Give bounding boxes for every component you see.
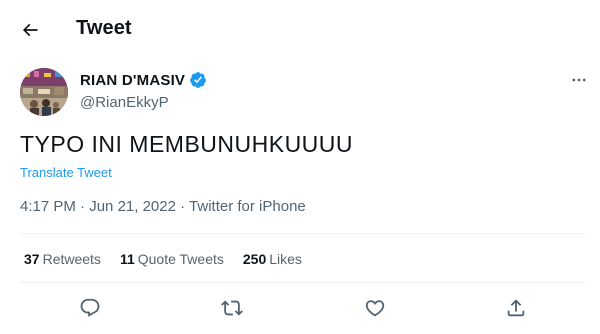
tweet-actions — [0, 290, 600, 330]
likes-label: Likes — [269, 251, 302, 267]
meta-separator: · — [175, 198, 190, 215]
author-display-name[interactable]: RIAN D'MASIV — [80, 72, 185, 89]
more-horizontal-icon — [572, 78, 586, 82]
divider — [20, 233, 586, 234]
tweet-source[interactable]: Twitter for iPhone — [189, 198, 306, 215]
quote-tweets-stat[interactable]: 11 Quote Tweets — [120, 251, 224, 267]
verified-badge-icon — [190, 72, 207, 88]
translate-tweet-link[interactable]: Translate Tweet — [20, 165, 112, 180]
like-icon — [365, 300, 385, 317]
meta-separator: · — [75, 198, 90, 215]
retweet-icon — [221, 300, 243, 316]
avatar[interactable] — [20, 68, 68, 116]
back-button[interactable] — [14, 14, 46, 46]
tweet-text: TYPO INI MEMBUNUHKUUUU — [20, 131, 354, 157]
likes-stat[interactable]: 250 Likes — [243, 251, 302, 267]
retweets-label: Retweets — [42, 251, 101, 267]
page-title: Tweet — [76, 17, 132, 39]
share-icon — [507, 299, 525, 317]
reply-button[interactable] — [72, 290, 108, 326]
author-handle[interactable]: @RianEkkyP — [80, 94, 169, 111]
arrow-left-icon — [22, 23, 38, 37]
tweet-metadata: 4:17 PM · Jun 21, 2022 · Twitter for iPh… — [20, 198, 306, 215]
tweet-time[interactable]: 4:17 PM — [20, 198, 76, 215]
share-button[interactable] — [498, 290, 534, 326]
tweet-header: Tweet — [0, 0, 600, 58]
retweets-stat[interactable]: 37 Retweets — [24, 251, 101, 267]
author-name-row: RIAN D'MASIV — [80, 71, 207, 89]
more-options-button[interactable] — [564, 68, 594, 92]
retweet-button[interactable] — [214, 290, 250, 326]
divider — [20, 282, 586, 283]
quote-tweets-count: 11 — [119, 251, 135, 267]
tweet-stats: 37 Retweets 11 Quote Tweets 250 Likes — [24, 251, 321, 267]
tweet-date[interactable]: Jun 21, 2022 — [89, 198, 176, 215]
retweets-count: 37 — [24, 251, 40, 267]
reply-icon — [80, 298, 100, 317]
like-button[interactable] — [357, 290, 393, 326]
likes-count: 250 — [242, 251, 267, 267]
quote-tweets-label: Quote Tweets — [137, 251, 224, 267]
